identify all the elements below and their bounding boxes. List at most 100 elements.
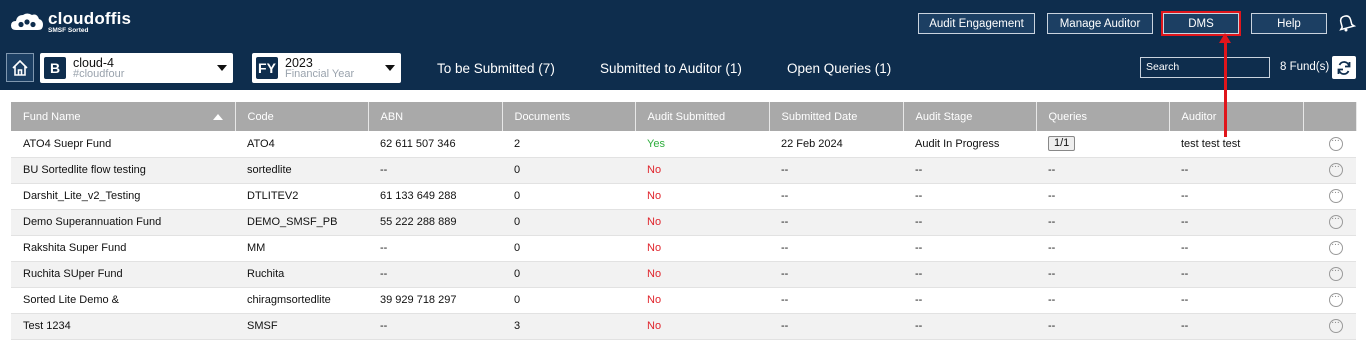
cell-documents: 0 (502, 287, 635, 314)
more-options-icon[interactable] (1329, 265, 1343, 281)
cell-fund-name: Sorted Lite Demo & (11, 287, 235, 314)
cell-queries: -- (1036, 235, 1169, 262)
table-row[interactable]: Sorted Lite Demo & chiragmsortedlite 39 92… (11, 287, 1356, 314)
tab-submitted-to-auditor[interactable]: Submitted to Auditor (1) (600, 61, 742, 76)
dms-button[interactable]: DMS (1161, 11, 1241, 36)
column-header-audit-stage[interactable]: Audit Stage (903, 102, 1037, 131)
cell-submitted-date: 22 Feb 2024 (769, 131, 903, 158)
sort-ascending-icon[interactable] (212, 114, 223, 120)
more-options-icon[interactable] (1329, 317, 1343, 333)
audit-submitted-status: No (647, 320, 662, 332)
cell-audit-stage: -- (903, 313, 1036, 340)
tab-to-be-submitted[interactable]: To be Submitted (7) (437, 61, 555, 76)
cell-audit-submitted: No (635, 157, 769, 184)
bell-icon[interactable] (1336, 12, 1356, 32)
column-header-fund-name[interactable]: Fund Name (11, 102, 236, 131)
queries-badge[interactable]: 1/1 (1048, 136, 1076, 152)
logo-name: cloudoffis (48, 9, 132, 28)
cell-audit-submitted: No (635, 209, 769, 236)
cell-fund-name: Demo Superannuation Fund (11, 209, 235, 236)
search-input[interactable]: Search (1140, 57, 1270, 78)
cell-abn: -- (368, 157, 502, 184)
fund-count: 8 Fund(s) (1280, 61, 1330, 73)
audit-submitted-status: No (647, 190, 662, 202)
audit-submitted-status: Yes (647, 137, 665, 150)
audit-submitted-status: No (647, 164, 662, 176)
cell-fund-name: Darshit_Lite_v2_Testing (11, 183, 235, 210)
more-options-icon[interactable] (1329, 135, 1343, 151)
cell-abn: 55 222 288 889 (368, 209, 502, 236)
column-header-auditor[interactable]: Auditor (1169, 102, 1304, 131)
cell-queries: -- (1036, 287, 1169, 314)
cell-auditor: -- (1169, 313, 1303, 340)
table-row[interactable]: Rakshita Super Fund MM -- 0 No -- -- -- -- (11, 235, 1356, 262)
cell-actions (1303, 261, 1356, 288)
table-body: ATO4 Suepr Fund ATO4 62 611 507 346 2 Yes 22 … (11, 131, 1356, 340)
cell-abn: 39 929 718 297 (368, 287, 502, 314)
audit-submitted-status: No (647, 216, 662, 228)
cell-auditor: test test test (1169, 131, 1303, 158)
column-header-code[interactable]: Code (235, 102, 369, 131)
more-options-icon[interactable] (1329, 187, 1343, 203)
column-header-abn[interactable]: ABN (368, 102, 503, 131)
cell-abn: -- (368, 235, 502, 262)
cloudoffis-logo[interactable]: cloudoffis SMSF Sorted (10, 10, 131, 35)
column-header-submitted-date[interactable]: Submitted Date (769, 102, 904, 131)
home-button[interactable] (6, 53, 34, 82)
cell-submitted-date: -- (769, 235, 903, 262)
fund-select[interactable]: B cloud-4 #cloudfour (40, 53, 233, 83)
cell-abn: 62 611 507 346 (368, 131, 502, 158)
column-header-queries[interactable]: Queries (1036, 102, 1170, 131)
cell-audit-stage: -- (903, 287, 1036, 314)
cell-code: DTLITEV2 (235, 183, 368, 210)
more-options-icon[interactable] (1329, 161, 1343, 177)
more-options-icon[interactable] (1329, 213, 1343, 229)
cell-documents: 0 (502, 209, 635, 236)
cell-auditor: -- (1169, 261, 1303, 288)
cell-code: DEMO_SMSF_PB (235, 209, 368, 236)
cell-auditor: -- (1169, 287, 1303, 314)
cell-audit-submitted: No (635, 235, 769, 262)
cell-code: sortedlite (235, 157, 368, 184)
cell-actions (1303, 183, 1356, 210)
more-options-icon[interactable] (1329, 239, 1343, 255)
cell-submitted-date: -- (769, 313, 903, 340)
cell-submitted-date: -- (769, 287, 903, 314)
help-button[interactable]: Help (1251, 13, 1327, 34)
table-row[interactable]: Darshit_Lite_v2_Testing DTLITEV2 61 133 64… (11, 183, 1356, 210)
refresh-button[interactable] (1332, 56, 1356, 79)
tab-open-queries[interactable]: Open Queries (1) (787, 61, 891, 76)
logo-tagline: SMSF Sorted (48, 27, 89, 34)
annotation-arrow-head (1219, 33, 1231, 43)
cell-auditor: -- (1169, 209, 1303, 236)
cell-auditor: -- (1169, 235, 1303, 262)
chevron-down-icon (385, 65, 395, 71)
column-header-audit-submitted[interactable]: Audit Submitted (635, 102, 770, 131)
year-select[interactable]: FY 2023 Financial Year (252, 53, 401, 83)
chevron-down-icon (217, 65, 227, 71)
cloud-logo-icon (11, 13, 43, 31)
manage-auditor-button[interactable]: Manage Auditor (1047, 13, 1153, 34)
table-row[interactable]: BU Sortedlite flow testing sortedlite -- 0 N… (11, 157, 1356, 184)
column-header-documents[interactable]: Documents (502, 102, 636, 131)
cell-audit-submitted: Yes (635, 131, 769, 158)
fy-badge: FY (256, 57, 278, 79)
funds-table: Fund Name Code ABN Documents Audit Submi… (11, 102, 1357, 340)
cell-documents: 0 (502, 157, 635, 184)
cell-code: SMSF (235, 313, 368, 340)
more-options-icon[interactable] (1329, 291, 1343, 307)
table-row[interactable]: Demo Superannuation Fund DEMO_SMSF_PB 55 2… (11, 209, 1356, 236)
cell-actions (1303, 131, 1356, 158)
cell-documents: 0 (502, 183, 635, 210)
cell-audit-submitted: No (635, 183, 769, 210)
table-row[interactable]: Test 1234 SMSF -- 3 No -- -- -- -- (11, 313, 1356, 340)
audit-engagement-button[interactable]: Audit Engagement (918, 13, 1035, 34)
cell-submitted-date: -- (769, 261, 903, 288)
audit-submitted-status: No (647, 268, 662, 280)
column-header-label: Fund Name (23, 110, 81, 123)
cell-fund-name: Ruchita SUper Fund (11, 261, 235, 288)
cell-actions (1303, 235, 1356, 262)
cell-auditor: -- (1169, 157, 1303, 184)
table-row[interactable]: ATO4 Suepr Fund ATO4 62 611 507 346 2 Yes 22 … (11, 131, 1356, 158)
table-row[interactable]: Ruchita SUper Fund Ruchita -- 0 No -- -- -- -- (11, 261, 1356, 288)
